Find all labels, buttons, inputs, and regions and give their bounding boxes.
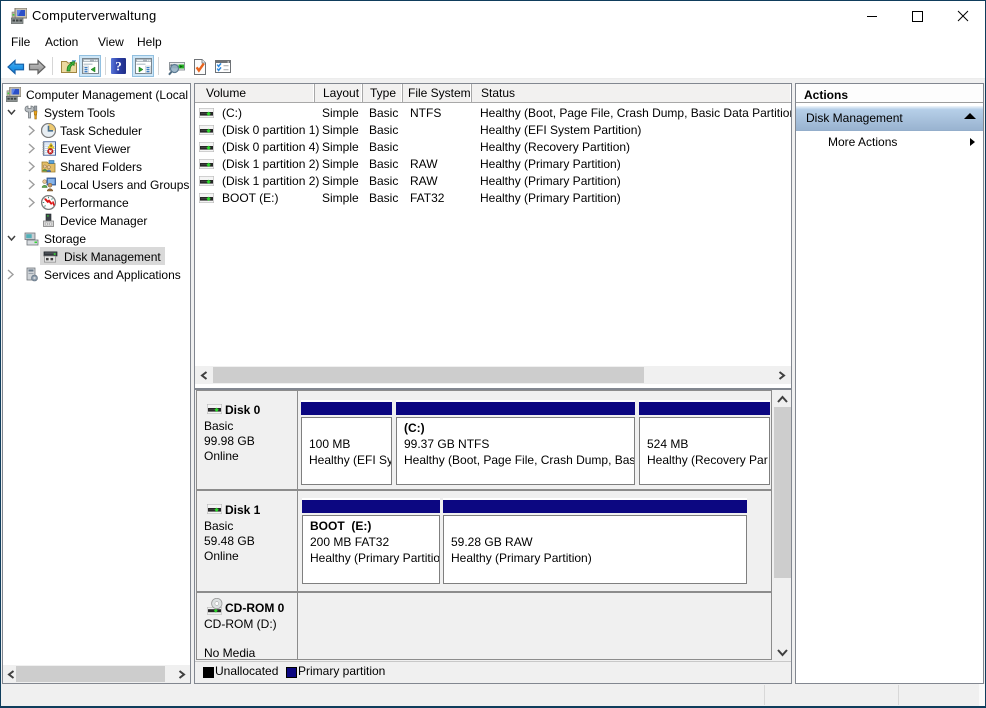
- svg-text:?: ?: [115, 59, 122, 74]
